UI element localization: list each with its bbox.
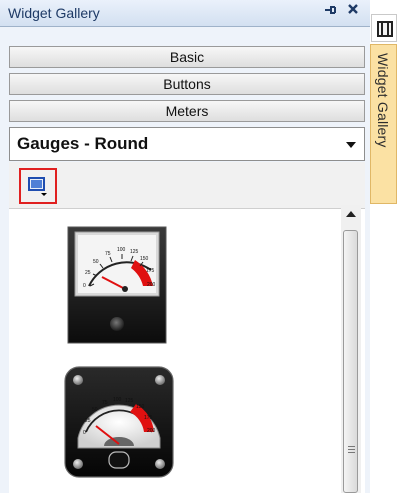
panel-title: Widget Gallery <box>8 5 100 21</box>
gallery-category-dropdown[interactable]: Gauges - Round <box>9 127 365 161</box>
tick-label: 50 <box>93 259 99 265</box>
tick-label: 0 <box>83 283 86 289</box>
tick-label: 125 <box>130 249 139 255</box>
gauge-knob <box>108 451 130 469</box>
tick-label: 175 <box>146 268 155 274</box>
category-basic-button[interactable]: Basic <box>9 46 365 68</box>
tool-icon[interactable] <box>371 14 397 42</box>
category-buttons-button[interactable]: Buttons <box>9 73 365 95</box>
widget-gallery-panel: Widget Gallery Basic Buttons Meters Gaug… <box>0 0 371 493</box>
tick-label: 75 <box>102 400 108 406</box>
side-tab-label: Widget Gallery <box>375 53 391 148</box>
round-vu-meter-widget[interactable]: 0 25 50 75 100 125 150 175 200 <box>64 366 174 478</box>
gauge-knob <box>110 317 124 331</box>
gallery-scrollbar[interactable] <box>341 205 361 493</box>
tick-label: 0 <box>83 430 86 436</box>
widget-gallery-list[interactable]: 0 25 50 75 100 125 150 175 200 0 25 50 7… <box>9 209 365 493</box>
view-options-button[interactable] <box>19 168 57 204</box>
tick-label: 200 <box>147 428 156 434</box>
square-vu-meter-widget[interactable]: 0 25 50 75 100 125 150 175 200 <box>67 226 167 344</box>
tick-label: 200 <box>147 282 156 288</box>
tick-label: 75 <box>105 251 111 257</box>
view-options-icon <box>28 177 47 196</box>
gallery-toolbar <box>9 162 365 209</box>
tick-label: 50 <box>92 407 98 413</box>
scroll-up-icon[interactable] <box>346 211 356 217</box>
tick-label: 100 <box>117 247 126 253</box>
tick-label: 150 <box>136 404 145 410</box>
chevron-down-icon[interactable] <box>346 142 356 148</box>
tick-label: 25 <box>85 270 91 276</box>
tick-label: 25 <box>85 418 91 424</box>
side-tab-widget-gallery[interactable]: Widget Gallery <box>370 44 397 204</box>
panel-titlebar[interactable]: Widget Gallery <box>0 0 370 27</box>
tick-label: 150 <box>140 256 149 262</box>
pin-icon[interactable] <box>324 3 336 19</box>
scrollbar-thumb[interactable] <box>343 230 358 493</box>
tick-label: 125 <box>125 398 134 404</box>
category-meters-button[interactable]: Meters <box>9 100 365 122</box>
tick-label: 175 <box>144 415 153 421</box>
dropdown-selected-value: Gauges - Round <box>17 134 149 153</box>
close-icon[interactable] <box>347 2 359 19</box>
tick-label: 100 <box>113 397 122 403</box>
